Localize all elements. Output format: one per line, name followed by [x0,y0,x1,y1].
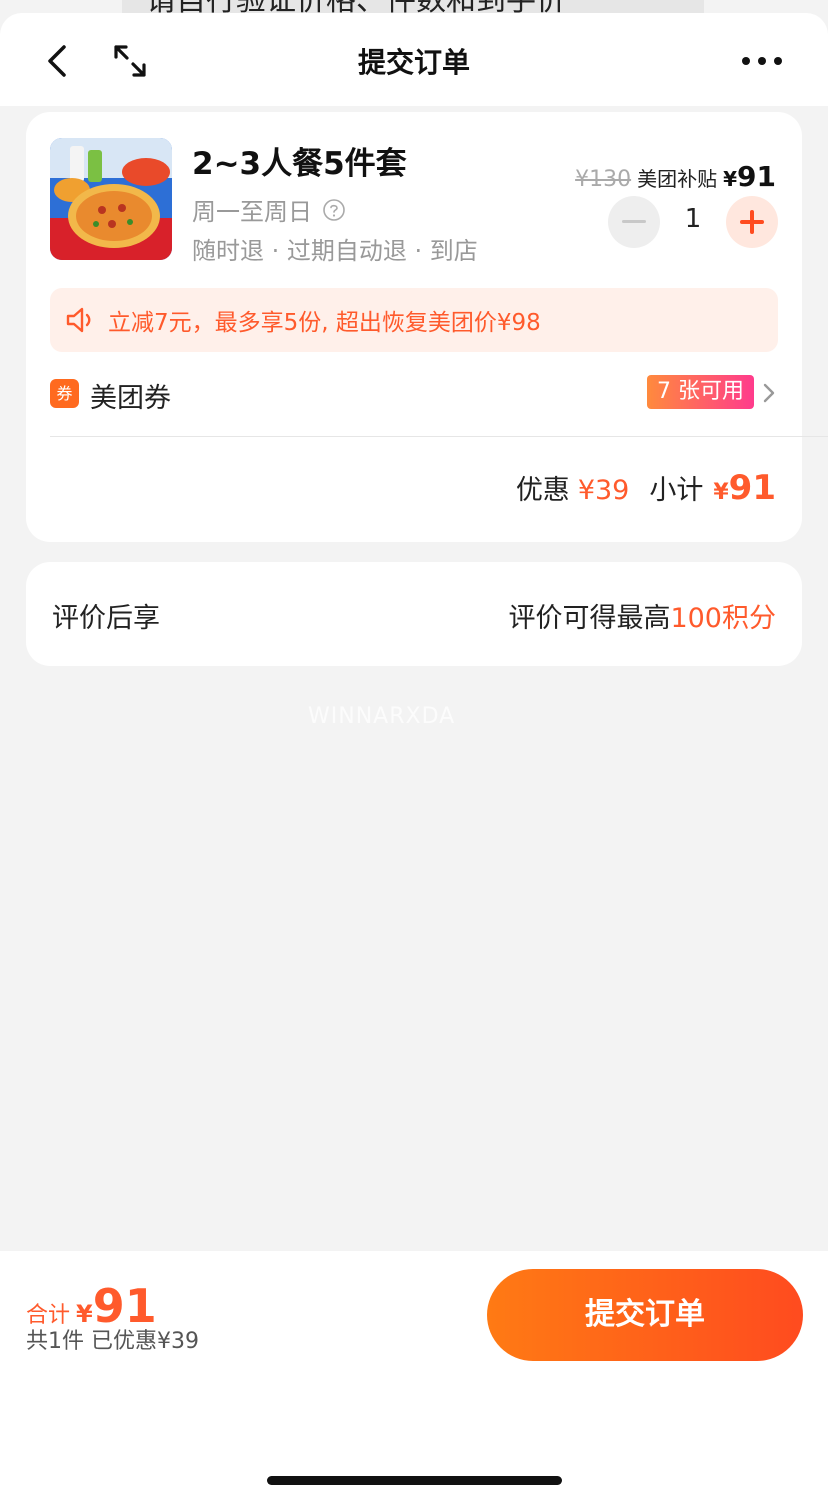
item-count-discount: 共1件 已优惠¥39 [26,1329,199,1354]
promo-notice-text: 立减7元，最多享5份, 超出恢复美团价¥98 [108,310,541,336]
product-image[interactable] [50,138,172,260]
review-reward-info: 评价可得最高100积分 [508,596,776,635]
current-price-symbol: ¥ [723,167,738,191]
checkout-bar: 合计 ¥ 91 共1件 已优惠¥39 提交订单 [0,1251,828,1503]
status-banner-text: 请自行验证价格、件数和到手价 [122,0,704,14]
review-reward-points: 100积分 [670,603,776,634]
divider [50,436,828,437]
discount-value: ¥39 [577,475,630,506]
subtotal-symbol: ¥ [713,480,729,505]
product-availability: 周一至周日 [192,192,346,227]
current-price-value: 91 [737,160,776,193]
availability-text: 周一至周日 [192,198,312,226]
status-banner: 请自行验证价格、件数和到手价 [122,0,704,14]
decrease-quantity-button[interactable] [608,196,660,248]
increase-quantity-button[interactable] [726,196,778,248]
page-title: 提交订单 [357,46,470,79]
speaker-icon [66,307,91,333]
price-summary: 优惠 ¥39 小计 ¥ 91 [516,468,776,508]
product-name: 2~3人餐5件套 [192,146,407,182]
quantity-stepper: 1 [608,196,778,248]
quantity-value: 1 [684,204,702,234]
coupon-available-badge[interactable]: 7 张可用 [647,375,754,409]
promo-notice: 立减7元，最多享5份, 超出恢复美团价¥98 [50,288,778,352]
original-price: ¥130 [575,167,632,192]
price-info: ¥130 美团补贴 ¥91 [575,160,776,193]
question-circle-icon[interactable] [322,198,346,222]
subsidy-label: 美团补贴 [637,167,718,191]
discount-label: 优惠 [515,475,570,506]
review-reward-prefix: 评价可得最高 [508,603,671,634]
more-icon[interactable] [740,51,784,71]
watermark: WINNARXDA [308,704,456,729]
review-reward-card: 评价后享 评价可得最高100积分 [26,562,802,666]
order-item-card: 2~3人餐5件套 周一至周日 随时退 · 过期自动退 · 到店 ¥130 美团补… [26,112,828,542]
coupon-row[interactable]: 券 美团券 7 张可用 [50,374,778,414]
submit-order-button[interactable]: 提交订单 [487,1269,803,1361]
current-price: ¥91 [723,160,776,193]
home-indicator [267,1476,562,1485]
review-reward-label: 评价后享 [52,603,160,634]
subtotal-value: 91 [728,468,776,508]
nav-header: 提交订单 [0,13,828,106]
coupon-icon: 券 [50,379,79,408]
chevron-right-icon[interactable] [762,382,776,404]
subtotal-label: 小计 [649,475,704,506]
product-refund-tags: 随时退 · 过期自动退 · 到店 [192,237,478,265]
coupon-label: 美团券 [90,383,171,414]
